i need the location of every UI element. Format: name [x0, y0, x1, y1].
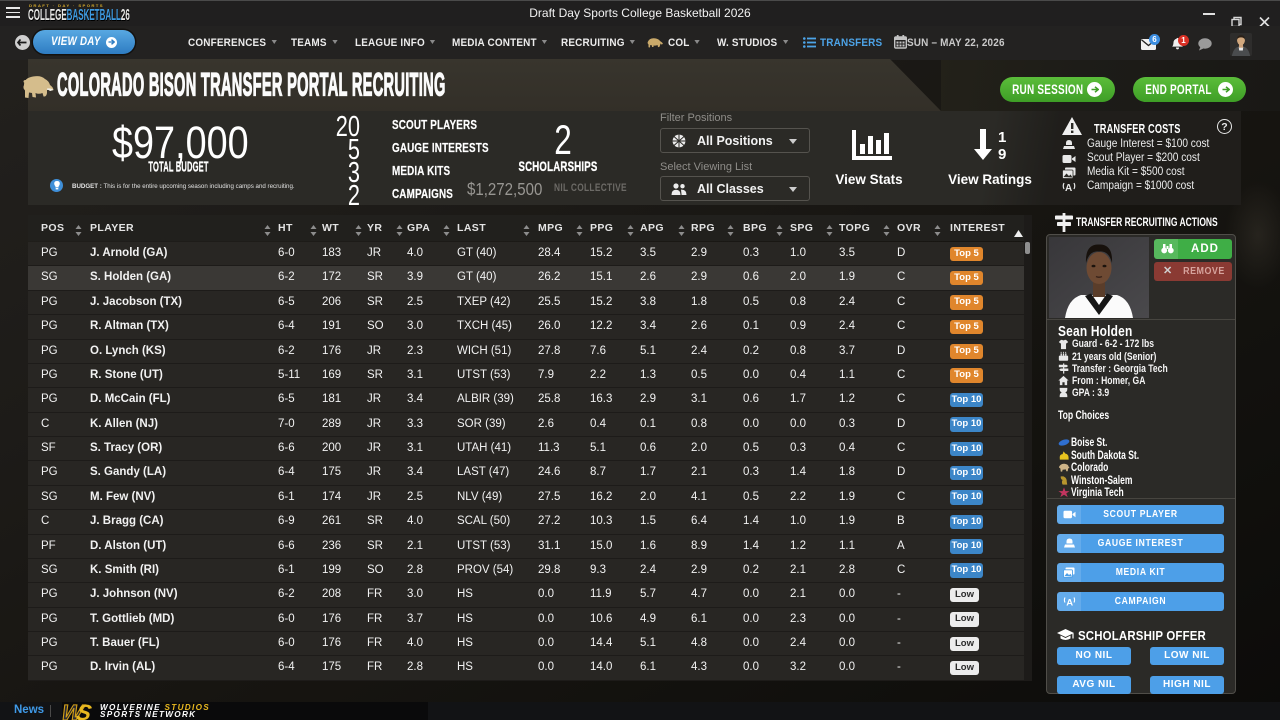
svg-text:A: A [1065, 183, 1072, 193]
svg-text:9: 9 [998, 146, 1006, 161]
svg-text:1: 1 [998, 129, 1006, 146]
